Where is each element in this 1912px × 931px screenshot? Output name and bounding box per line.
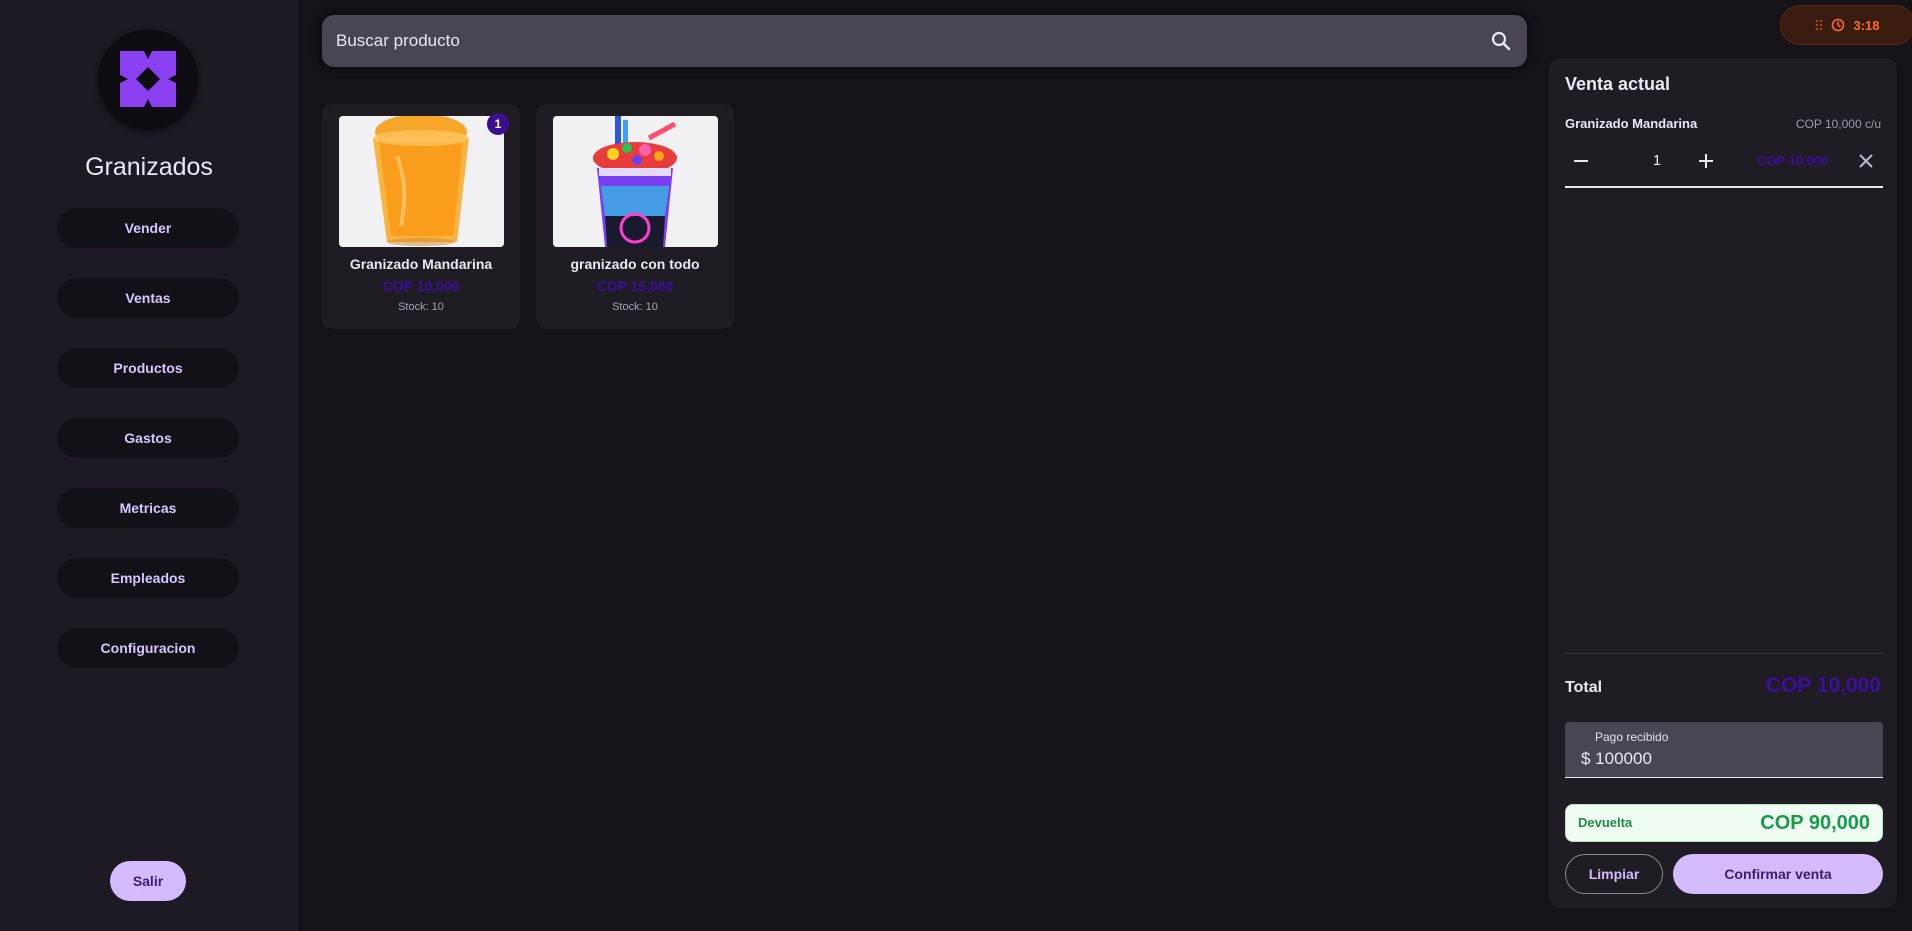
increase-qty-button[interactable] [1689, 144, 1723, 178]
brand-name: Granizados [85, 153, 213, 181]
clock-icon [1832, 18, 1845, 32]
sidebar: Granizados Vender Ventas Productos Gasto… [0, 0, 298, 931]
current-sale-panel: Venta actual Granizado Mandarina COP 10,… [1549, 58, 1897, 908]
product-price: COP 10,000 [382, 278, 460, 294]
cart-qty-badge: 1 [487, 113, 509, 135]
sale-title: Venta actual [1565, 74, 1671, 94]
confirm-sale-button[interactable]: Confirmar venta [1673, 854, 1883, 894]
sidebar-item-configuracion[interactable]: Configuracion [57, 628, 239, 668]
cart-item-name: Granizado Mandarina [1565, 116, 1698, 131]
totals-divider [1565, 653, 1883, 654]
total-value: COP 10,000 [1765, 674, 1881, 697]
product-stock: Stock: 10 [398, 301, 444, 313]
logout-button[interactable]: Salir [110, 861, 186, 901]
sidebar-item-gastos[interactable]: Gastos [57, 418, 239, 458]
payment-received-label: Pago recibido [1595, 730, 1669, 744]
session-timer[interactable]: 3:18 [1780, 5, 1912, 45]
logo [98, 29, 198, 129]
product-card-granizado-con-todo[interactable]: granizado con todo COP 15,000 Stock: 10 [536, 104, 734, 329]
search-input[interactable] [336, 31, 1489, 51]
close-icon [1859, 154, 1873, 168]
cart-item-subtotal: COP 10,000 [1757, 153, 1829, 168]
sidebar-item-metricas[interactable]: Metricas [57, 488, 239, 528]
cart-item-unit-price: COP 10,000 c/u [1795, 117, 1881, 131]
x-logo-icon [120, 51, 176, 107]
product-card-granizado-mandarina[interactable]: 1 Granizado Mandarina COP 10,000 Stock: … [322, 104, 520, 329]
plus-icon [1699, 154, 1713, 168]
product-image [339, 116, 504, 247]
total-label: Total [1565, 679, 1603, 696]
change-label: Devuelta [1578, 815, 1633, 830]
change-value: COP 90,000 [1760, 812, 1870, 834]
remove-item-button[interactable] [1849, 144, 1883, 178]
sidebar-item-vender[interactable]: Vender [57, 208, 239, 248]
drag-handle-icon [1816, 19, 1823, 31]
item-divider [1565, 186, 1883, 188]
sidebar-item-ventas[interactable]: Ventas [57, 278, 239, 318]
cart-item-quantity: 1 [1652, 152, 1662, 169]
payment-received-field[interactable]: Pago recibido [1565, 722, 1883, 778]
clear-button[interactable]: Limpiar [1565, 854, 1663, 894]
minus-icon [1574, 160, 1588, 162]
product-name: granizado con todo [570, 256, 700, 272]
change-box: Devuelta COP 90,000 [1565, 804, 1883, 842]
product-stock: Stock: 10 [612, 301, 658, 313]
sidebar-item-empleados[interactable]: Empleados [57, 558, 239, 598]
product-name: Granizado Mandarina [349, 256, 493, 272]
product-image [553, 116, 718, 247]
decrease-qty-button[interactable] [1564, 144, 1598, 178]
product-price: COP 15,000 [596, 278, 674, 294]
search-icon[interactable] [1489, 29, 1513, 53]
timer-value: 3:18 [1853, 17, 1880, 33]
sidebar-item-productos[interactable]: Productos [57, 348, 239, 388]
payment-received-input[interactable] [1581, 748, 1871, 770]
search-bar [322, 15, 1527, 67]
